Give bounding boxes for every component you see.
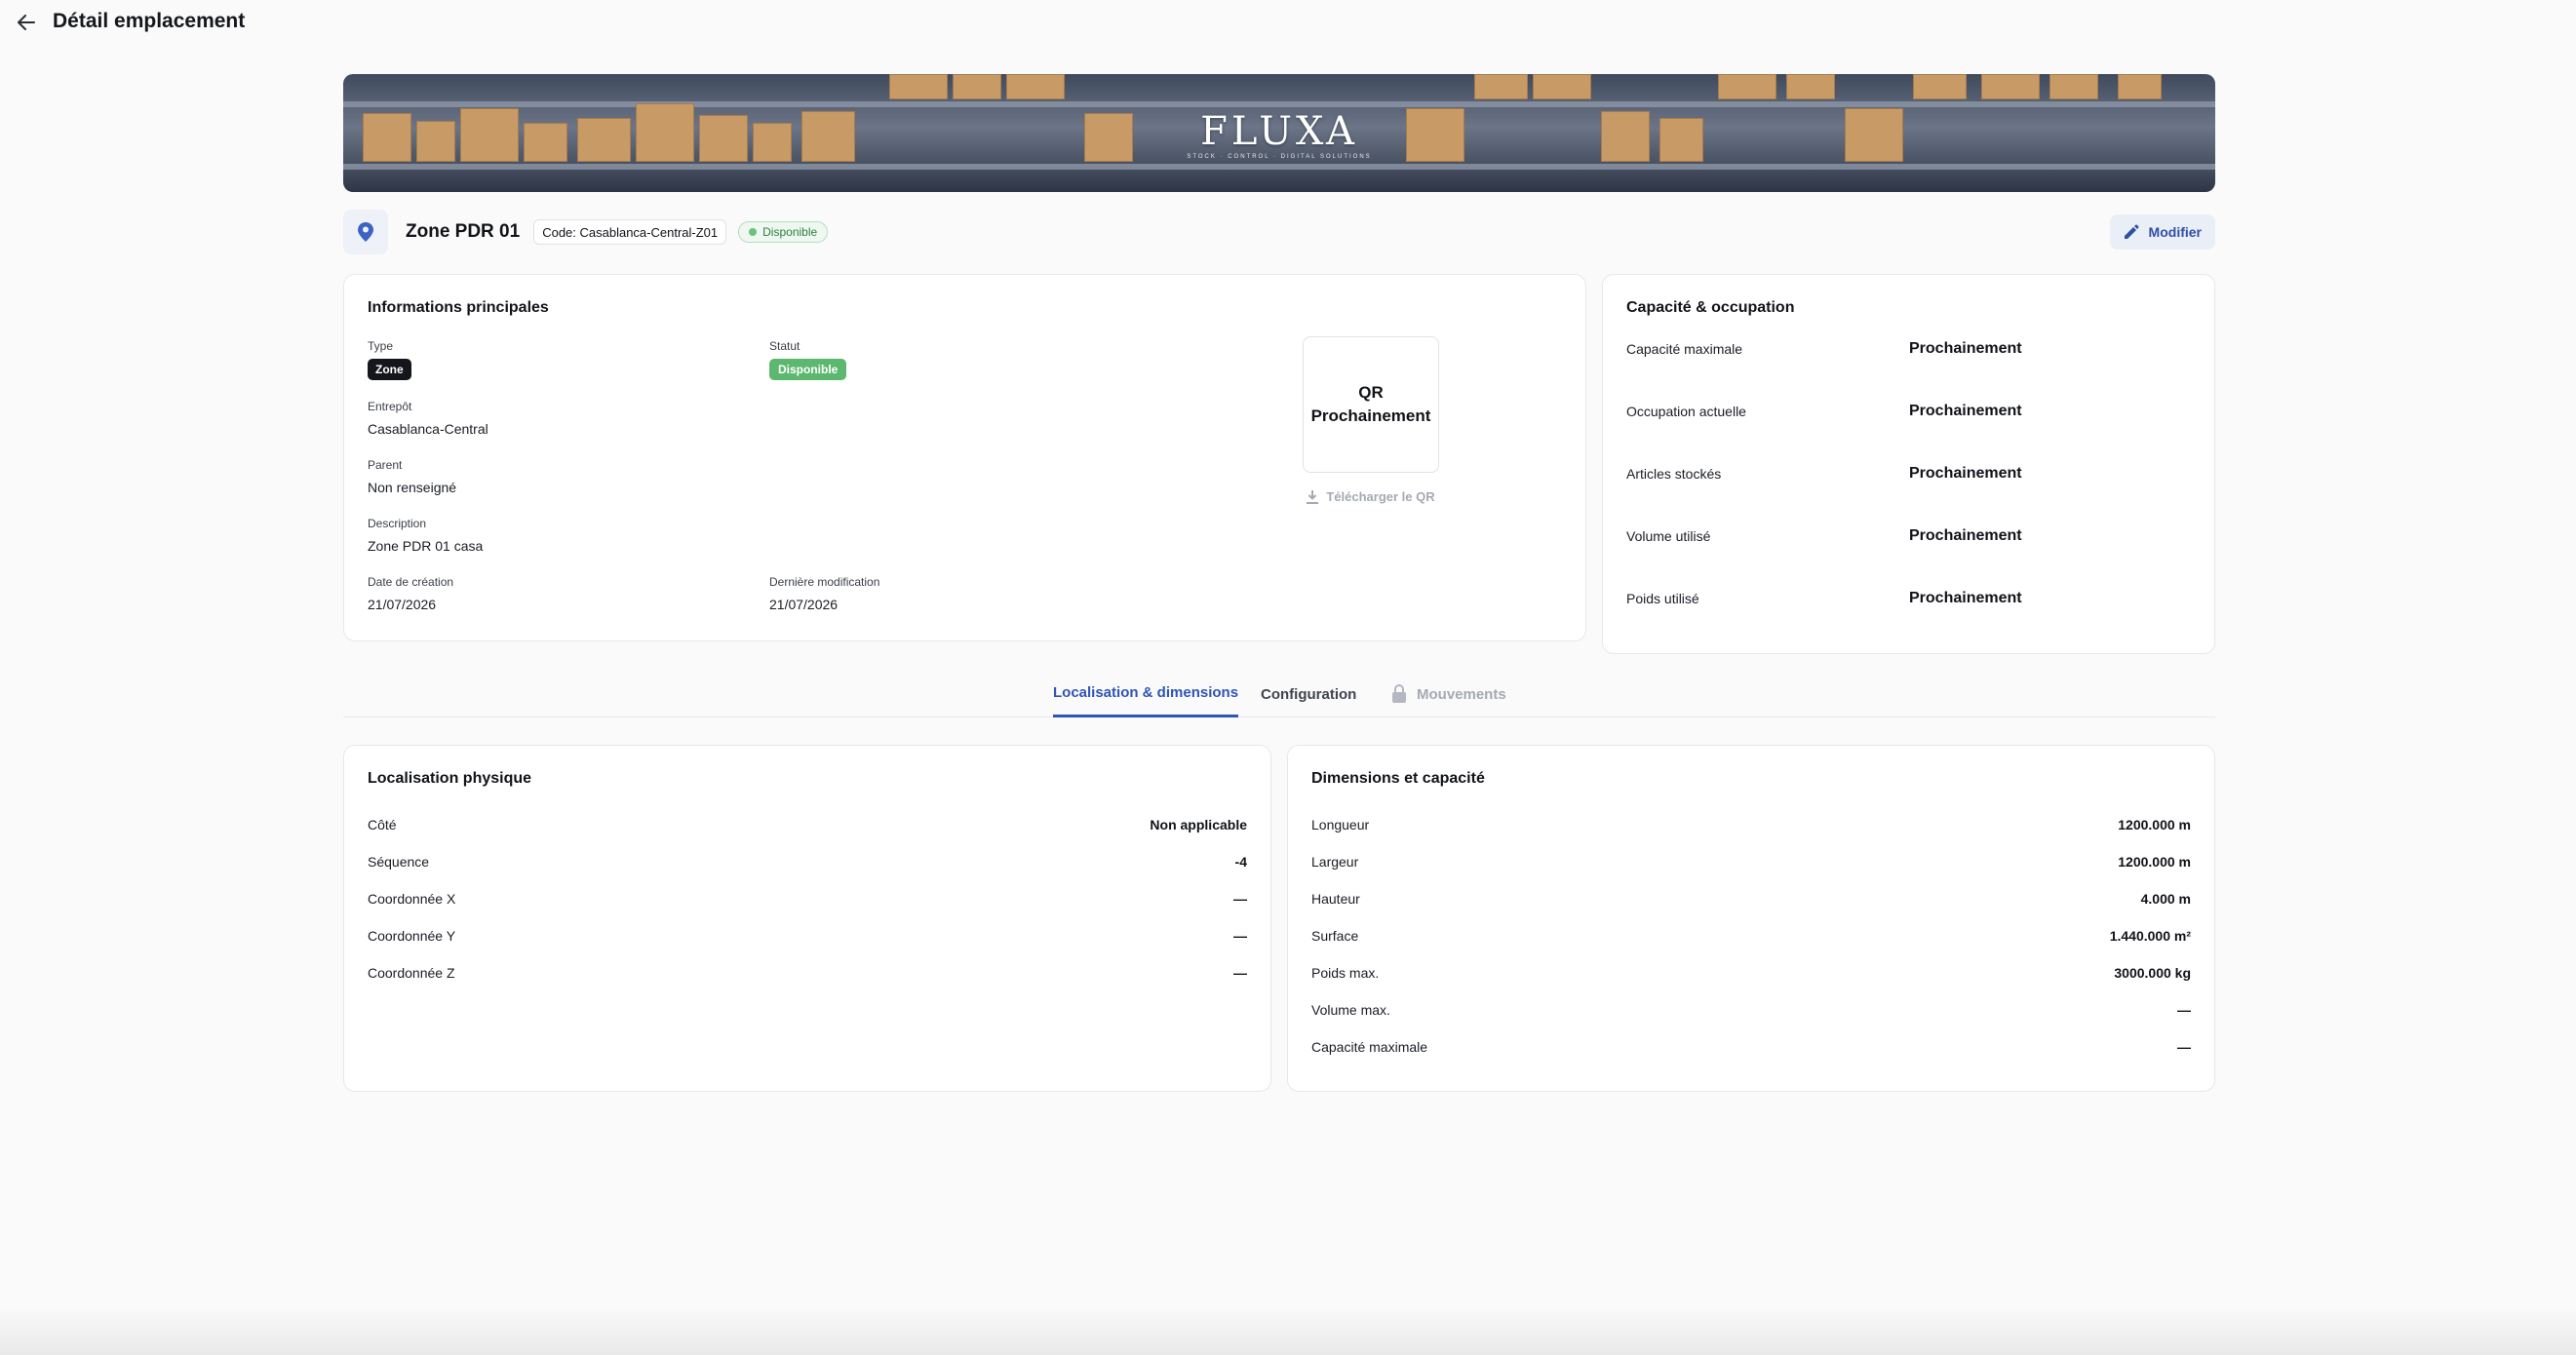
modification-date-value: 21/07/2026 — [769, 597, 839, 612]
location-name: Zone PDR 01 — [406, 221, 521, 242]
dimension-row-label: Volume max. — [1311, 1002, 1390, 1018]
statut-badge: Disponible — [769, 359, 847, 380]
capacity-card: Capacité & occupation Capacité maximale … — [1602, 274, 2215, 654]
capacity-row-value: Prochainement — [1909, 465, 2022, 482]
location-row-value: — — [1233, 891, 1247, 907]
creation-date-value: 21/07/2026 — [368, 597, 437, 612]
location-row-label: Coordonnée Z — [368, 965, 455, 981]
location-row-value: Non applicable — [1150, 817, 1247, 832]
description-value: Zone PDR 01 casa — [368, 538, 484, 554]
tab-bar: Localisation & dimensions Configuration … — [343, 671, 2215, 717]
banner-logo: FLUXA — [1200, 109, 1358, 154]
pencil-icon — [2124, 224, 2138, 239]
banner-tagline: STOCK · CONTROL · DIGITAL SOLUTIONS — [1187, 154, 1372, 160]
location-row-value: — — [1233, 928, 1247, 944]
page-title: Détail emplacement — [53, 10, 246, 32]
creation-date-label: Date de création — [368, 575, 454, 589]
card-title: Localisation physique — [368, 770, 532, 787]
main-content: FLUXA STOCK · CONTROL · DIGITAL SOLUTION… — [343, 74, 2215, 1092]
dimension-row-value: 1.440.000 m² — [2109, 928, 2191, 944]
qr-code-placeholder: QR Prochainement — [1303, 336, 1439, 473]
edit-button-label: Modifier — [2148, 224, 2202, 240]
capacity-row-label: Volume utilisé — [1626, 528, 1711, 544]
location-row-label: Séquence — [368, 854, 430, 870]
capacity-row-label: Poids utilisé — [1626, 591, 1699, 606]
arrow-left-icon — [18, 15, 35, 30]
dimension-row-value: — — [2177, 1039, 2191, 1055]
location-header: Zone PDR 01 Code: Casablanca-Central-Z01… — [343, 210, 2215, 254]
entrepot-value: Casablanca-Central — [368, 421, 488, 437]
parent-value: Non renseigné — [368, 480, 457, 495]
dimension-row-value: 1200.000 m — [2118, 854, 2191, 870]
type-badge: Zone — [368, 359, 411, 380]
physical-location-card: Localisation physique Côté Non applicabl… — [343, 745, 1271, 1092]
download-icon — [1307, 489, 1319, 504]
capacity-row-label: Capacité maximale — [1626, 341, 1743, 357]
dimension-row-value: 1200.000 m — [2118, 817, 2191, 832]
dimension-row-label: Surface — [1311, 928, 1359, 944]
dimensions-card: Dimensions et capacité Longueur 1200.000… — [1287, 745, 2215, 1092]
dimension-row-label: Longueur — [1311, 817, 1370, 832]
capacity-row-value: Prochainement — [1909, 527, 2022, 544]
dimension-row-value: 3000.000 kg — [2114, 965, 2191, 981]
capacity-row-value: Prochainement — [1909, 403, 2022, 419]
card-title: Dimensions et capacité — [1311, 770, 1485, 787]
tab-mouvements-label: Mouvements — [1417, 685, 1506, 703]
location-row-label: Coordonnée X — [368, 891, 456, 907]
dimension-row-label: Largeur — [1311, 854, 1359, 870]
dimension-row-label: Hauteur — [1311, 891, 1360, 907]
entrepot-label: Entrepôt — [368, 400, 412, 413]
card-title: Informations principales — [368, 299, 549, 316]
location-row-label: Coordonnée Y — [368, 928, 456, 944]
top-bar: Détail emplacement — [0, 0, 2576, 45]
location-code-chip: Code: Casablanca-Central-Z01 — [533, 219, 727, 245]
tab-mouvements[interactable]: Mouvements — [1391, 671, 1506, 717]
qr-subtitle: Prochainement — [1310, 406, 1431, 425]
edit-button[interactable]: Modifier — [2109, 214, 2215, 250]
location-row-value: — — [1233, 965, 1247, 981]
card-title: Capacité & occupation — [1626, 299, 1795, 316]
location-row-label: Côté — [368, 817, 397, 832]
back-button[interactable] — [14, 10, 39, 35]
parent-label: Parent — [368, 458, 403, 472]
status-dot-icon — [749, 228, 758, 236]
location-pin-container — [343, 210, 388, 254]
tab-configuration[interactable]: Configuration — [1261, 671, 1356, 717]
tab-localisation-dimensions[interactable]: Localisation & dimensions — [1053, 671, 1239, 717]
map-pin-icon — [358, 222, 373, 242]
dimension-row-label: Capacité maximale — [1311, 1039, 1428, 1055]
capacity-row-value: Prochainement — [1909, 340, 2022, 357]
dimension-row-value: 4.000 m — [2140, 891, 2191, 907]
main-info-card: Informations principales Type Zone Statu… — [343, 274, 1586, 641]
download-qr-button[interactable]: Télécharger le QR — [1303, 489, 1439, 504]
dimension-row-label: Poids max. — [1311, 965, 1380, 981]
bottom-shadow — [0, 1306, 2576, 1355]
dimension-row-value: — — [2177, 1002, 2191, 1018]
warehouse-banner-image: FLUXA STOCK · CONTROL · DIGITAL SOLUTION… — [343, 74, 2215, 192]
status-badge-label: Disponible — [762, 225, 818, 239]
location-row-value: -4 — [1234, 854, 1247, 870]
modification-date-label: Dernière modification — [769, 575, 880, 589]
qr-title: QR — [1358, 383, 1384, 402]
capacity-row-label: Occupation actuelle — [1626, 404, 1746, 419]
description-label: Description — [368, 517, 427, 530]
status-badge: Disponible — [738, 221, 829, 243]
lock-icon — [1392, 684, 1406, 703]
type-label: Type — [368, 339, 394, 353]
download-qr-label: Télécharger le QR — [1326, 489, 1435, 504]
capacity-row-value: Prochainement — [1909, 590, 2022, 606]
capacity-row-label: Articles stockés — [1626, 466, 1722, 482]
statut-label: Statut — [769, 339, 800, 353]
